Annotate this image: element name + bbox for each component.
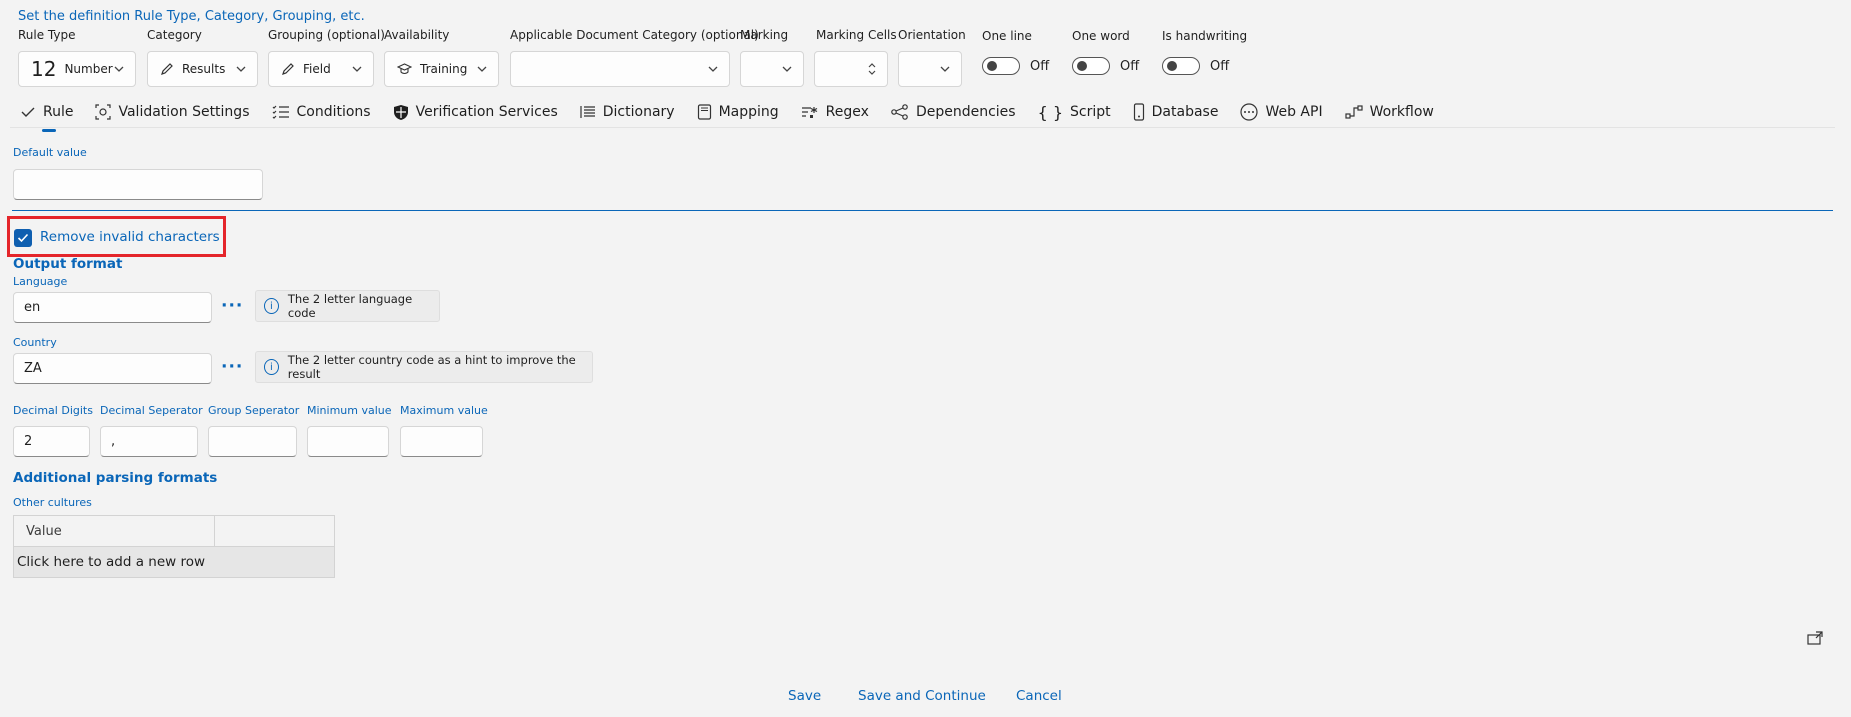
tab-dictionary[interactable]: Dictionary xyxy=(580,100,675,124)
parsing-title: Additional parsing formats xyxy=(13,470,218,486)
chevron-down-icon xyxy=(782,66,792,72)
decimal-digits-input[interactable]: 2 xyxy=(13,426,90,457)
save-button[interactable]: Save xyxy=(788,688,821,704)
decimal-digits-label: Decimal Digits xyxy=(13,404,93,417)
language-more-button[interactable]: ··· xyxy=(221,296,243,316)
marking-cells-label: Marking Cells xyxy=(816,28,897,42)
language-label: Language xyxy=(13,275,68,288)
section-divider xyxy=(12,210,1833,211)
minimum-value-label: Minimum value xyxy=(307,404,392,417)
tab-verification-services[interactable]: Verification Services xyxy=(393,100,558,124)
one-word-toggle[interactable]: Off xyxy=(1072,57,1139,75)
checkmark-icon xyxy=(17,233,29,243)
doc-category-label: Applicable Document Category (optional) xyxy=(510,28,759,42)
tab-workflow[interactable]: Workflow xyxy=(1344,100,1434,124)
orientation-dropdown[interactable] xyxy=(898,51,962,87)
web-api-icon xyxy=(1240,103,1259,121)
graduation-cap-icon xyxy=(397,62,412,76)
tab-conditions[interactable]: Conditions xyxy=(272,100,371,124)
remove-invalid-checkbox[interactable] xyxy=(14,229,32,247)
chevron-down-icon xyxy=(236,66,246,72)
tab-validation-settings[interactable]: Validation Settings xyxy=(95,100,250,124)
group-separator-label: Group Seperator xyxy=(208,404,300,417)
one-line-label: One line xyxy=(982,29,1032,43)
maximum-value-label: Maximum value xyxy=(400,404,488,417)
country-more-button[interactable]: ··· xyxy=(221,357,243,377)
handwriting-label: Is handwriting xyxy=(1162,29,1248,43)
tab-database[interactable]: Database xyxy=(1133,100,1218,124)
tab-mapping[interactable]: Mapping xyxy=(697,100,779,124)
number-12-icon: 12 xyxy=(31,57,57,81)
pencil-icon xyxy=(281,62,295,76)
grouping-label: Grouping (optional) xyxy=(268,28,385,42)
tab-regex[interactable]: Regex xyxy=(801,100,869,124)
tab-divider xyxy=(10,127,1835,128)
remove-invalid-label[interactable]: Remove invalid characters xyxy=(40,229,220,245)
validation-icon xyxy=(95,104,112,120)
one-line-toggle[interactable]: Off xyxy=(982,57,1049,75)
other-cultures-label: Other cultures xyxy=(13,496,92,509)
availability-dropdown[interactable]: Training xyxy=(384,51,499,87)
column-header-empty[interactable] xyxy=(215,516,334,546)
chevron-down-icon xyxy=(940,66,950,72)
country-input[interactable]: ZA xyxy=(13,353,212,384)
page-title: Set the definition Rule Type, Category, … xyxy=(18,9,365,24)
database-icon xyxy=(1133,103,1144,121)
doc-category-dropdown[interactable] xyxy=(510,51,730,87)
list-icon xyxy=(580,106,595,118)
maximum-value-input[interactable] xyxy=(400,426,483,457)
tab-rule[interactable]: Rule xyxy=(20,100,73,132)
cancel-button[interactable]: Cancel xyxy=(1016,688,1062,704)
handwriting-toggle[interactable]: Off xyxy=(1162,57,1229,75)
cultures-grid: Value Click here to add a new row xyxy=(13,515,335,578)
add-row-button[interactable]: Click here to add a new row xyxy=(14,546,334,577)
chevron-down-icon xyxy=(114,66,124,72)
decimal-separator-input[interactable]: , xyxy=(100,426,198,457)
list-check-icon xyxy=(272,105,289,119)
default-value-input[interactable] xyxy=(13,169,263,200)
info-icon: i xyxy=(264,298,279,314)
shield-icon xyxy=(393,104,408,120)
rule-type-label: Rule Type xyxy=(18,28,76,42)
grid-header: Value xyxy=(14,516,334,546)
marking-cells-stepper[interactable] xyxy=(814,51,888,87)
column-header-value[interactable]: Value xyxy=(14,516,215,546)
marking-label: Marking xyxy=(740,28,789,42)
tab-dependencies[interactable]: Dependencies xyxy=(891,100,1016,124)
workflow-icon xyxy=(1344,105,1363,119)
language-input[interactable]: en xyxy=(13,292,212,323)
tab-bar: Rule Validation Settings Conditions Veri… xyxy=(20,95,1456,132)
grouping-dropdown[interactable]: Field xyxy=(268,51,374,87)
spinner-icon[interactable] xyxy=(867,62,877,76)
orientation-label: Orientation xyxy=(898,28,966,42)
availability-label: Availability xyxy=(384,28,450,42)
popout-icon[interactable] xyxy=(1807,631,1823,645)
tab-web-api[interactable]: Web API xyxy=(1240,100,1323,124)
rule-type-dropdown[interactable]: 12 Number xyxy=(18,51,136,87)
share-icon xyxy=(891,104,908,120)
tab-script[interactable]: { } Script xyxy=(1038,100,1111,124)
output-format-title: Output format xyxy=(13,256,123,272)
save-continue-button[interactable]: Save and Continue xyxy=(858,688,986,704)
regex-icon xyxy=(801,107,817,118)
braces-icon: { } xyxy=(1037,102,1064,122)
one-word-label: One word xyxy=(1072,29,1130,43)
group-separator-input[interactable] xyxy=(208,426,297,457)
chevron-down-icon xyxy=(477,66,487,72)
category-label: Category xyxy=(147,28,202,42)
chevron-down-icon xyxy=(352,66,362,72)
country-info: i The 2 letter country code as a hint to… xyxy=(255,351,593,383)
country-label: Country xyxy=(13,336,57,349)
decimal-separator-label: Decimal Seperator xyxy=(100,404,203,417)
marking-dropdown[interactable] xyxy=(740,51,804,87)
language-info: i The 2 letter language code xyxy=(255,290,440,322)
default-value-label: Default value xyxy=(13,146,87,159)
book-icon xyxy=(697,104,711,120)
info-icon: i xyxy=(264,359,279,375)
chevron-down-icon xyxy=(708,66,718,72)
check-icon xyxy=(21,107,35,117)
category-dropdown[interactable]: Results xyxy=(147,51,258,87)
minimum-value-input[interactable] xyxy=(307,426,389,457)
pencil-icon xyxy=(160,62,174,76)
